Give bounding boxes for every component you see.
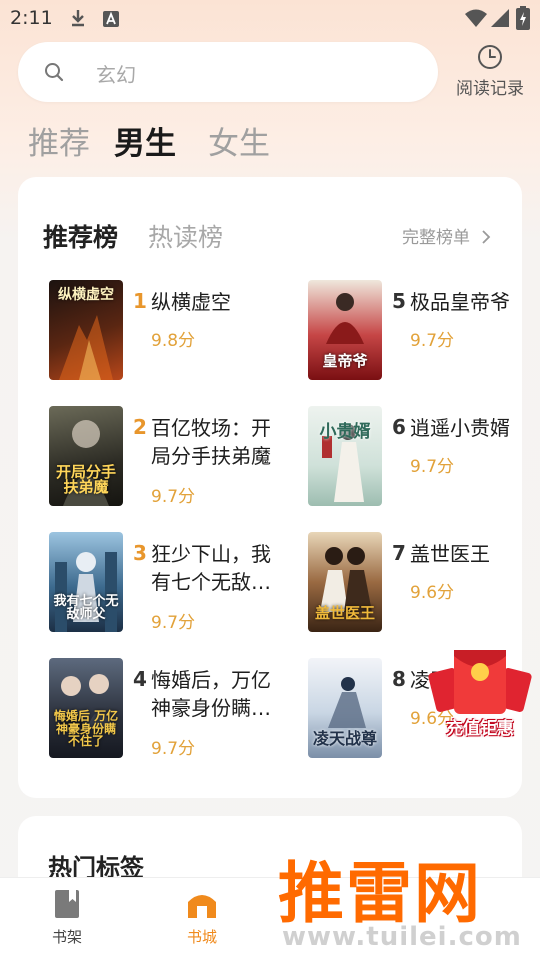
book-score: 9.7分 (151, 613, 196, 633)
book-title: 逍遥小贵婿 (410, 416, 510, 440)
cover-art-icon (322, 424, 364, 502)
cover-title: 悔婚后 万亿神豪身份瞒不住了 (53, 709, 119, 749)
search-input[interactable]: 玄幻 (18, 42, 438, 102)
recharge-promo-button[interactable]: 充值钜惠 (428, 648, 532, 744)
book-cover[interactable]: 我有七个无敌师父 (49, 532, 123, 632)
cover-title: 盖世医王 (314, 604, 375, 623)
book-cover[interactable]: 开局分手扶弟魔 (49, 406, 123, 506)
a-badge-icon (103, 11, 119, 27)
book-item[interactable]: 开局分手扶弟魔 2 百亿牧场：开局分手扶弟魔 9.7分 (49, 406, 289, 510)
book-cover[interactable]: 悔婚后 万亿神豪身份瞒不住了 (49, 658, 123, 758)
book-rank: 5 (392, 289, 406, 313)
book-rank: 1 (133, 289, 147, 313)
watermark-url: www.tuilei.com (282, 922, 522, 952)
book-score: 9.8分 (151, 331, 196, 351)
book-rank: 7 (392, 541, 406, 565)
book-title: 百亿牧场：开局分手扶弟魔 (151, 416, 271, 468)
battery-icon (516, 6, 530, 30)
book-item[interactable]: 纵横虚空 1 纵横虚空 9.8分 (49, 280, 289, 384)
book-cover[interactable]: 小贵婿 (308, 406, 382, 506)
full-ranking-label: 完整榜单 (402, 228, 470, 248)
status-bar: 2:11 (0, 0, 540, 36)
book-rank: 4 (133, 667, 147, 691)
download-icon (72, 10, 84, 27)
cover-title: 我有七个无敌师父 (53, 593, 119, 623)
book-cover[interactable]: 纵横虚空 (49, 280, 123, 380)
book-score: 9.7分 (151, 739, 196, 759)
reading-history-button[interactable]: 阅读记录 (450, 44, 530, 104)
search-icon (45, 63, 64, 82)
book-cover[interactable]: 皇帝爷 (308, 280, 382, 380)
book-rank: 3 (133, 541, 147, 565)
chevron-right-icon (482, 230, 491, 244)
book-item[interactable]: 盖世医王 7 盖世医王 9.6分 (308, 532, 522, 636)
tab-recommend[interactable]: 推荐 (28, 118, 90, 163)
book-rank: 8 (392, 667, 406, 691)
wifi-icon (465, 9, 487, 27)
book-score: 9.7分 (410, 457, 455, 477)
cover-title: 开局分手扶弟魔 (55, 462, 116, 497)
bookstore-icon (188, 895, 216, 918)
book-rank: 6 (392, 415, 406, 439)
book-item[interactable]: 皇帝爷 5 极品皇帝爷 9.7分 (308, 280, 522, 384)
cover-title: 凌天战尊 (312, 729, 377, 749)
clock-icon (478, 45, 502, 69)
red-packet-icon (428, 650, 532, 714)
search-placeholder: 玄幻 (96, 63, 136, 87)
tab-male[interactable]: 男生 (114, 118, 176, 163)
nav-bookstore[interactable]: 书城 (162, 888, 242, 947)
book-title: 盖世医王 (410, 542, 490, 566)
book-title: 极品皇帝爷 (410, 290, 510, 314)
full-ranking-link[interactable]: 完整榜单 (402, 223, 491, 248)
book-item[interactable]: 我有七个无敌师父 3 狂少下山，我有七个无敌… 9.7分 (49, 532, 289, 636)
book-title: 纵横虚空 (151, 290, 231, 314)
watermark: 推雷网 www.tuilei.com (270, 840, 540, 960)
bookshelf-icon (55, 890, 79, 918)
book-score: 9.6分 (410, 583, 455, 603)
book-score: 9.7分 (410, 331, 455, 351)
book-cover[interactable]: 凌天战尊 (308, 658, 382, 758)
signal-icon (491, 9, 509, 27)
reading-history-label: 阅读记录 (456, 79, 524, 99)
recharge-promo-label: 充值钜惠 (446, 719, 514, 739)
status-time: 2:11 (10, 7, 53, 29)
nav-bookshelf[interactable]: 书架 (27, 888, 107, 947)
book-item[interactable]: 悔婚后 万亿神豪身份瞒不住了 4 悔婚后，万亿神豪身份瞒… 9.7分 (49, 658, 289, 762)
cover-title: 纵横虚空 (58, 287, 114, 303)
book-title: 狂少下山，我有七个无敌… (151, 542, 271, 594)
book-rank: 2 (133, 415, 147, 439)
nav-bookstore-label: 书城 (186, 928, 217, 946)
book-score: 9.7分 (151, 487, 196, 507)
cover-title: 小贵婿 (319, 422, 371, 442)
nav-bookshelf-label: 书架 (51, 928, 82, 946)
book-title: 悔婚后，万亿神豪身份瞒… (151, 668, 271, 720)
tab-recommend-ranking[interactable]: 推荐榜 (43, 218, 118, 254)
cover-title: 皇帝爷 (322, 352, 368, 371)
tab-female[interactable]: 女生 (208, 118, 270, 163)
book-item[interactable]: 小贵婿 6 逍遥小贵婿 9.7分 (308, 406, 522, 510)
book-cover[interactable]: 盖世医王 (308, 532, 382, 632)
tab-hot-reading-ranking[interactable]: 热读榜 (148, 218, 223, 254)
